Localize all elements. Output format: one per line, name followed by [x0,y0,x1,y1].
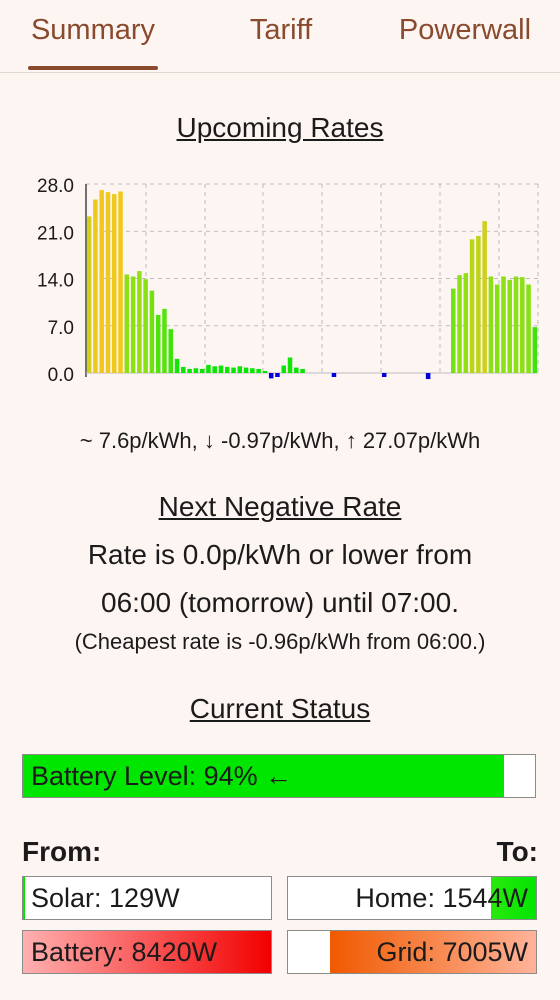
x-tick-label: 20 [488,398,509,400]
rate-bar [93,199,98,373]
rate-bar [143,279,148,373]
rate-bar [381,373,387,377]
negative-rate-line-2: 06:00 (tomorrow) until 07:00. [101,587,459,618]
rate-bar [494,284,500,373]
grid-flow-label: Grid: 7005W [376,936,528,967]
rate-bar [86,216,92,373]
rate-bar [513,276,519,373]
to-label: To: [496,836,538,867]
rate-bar [457,275,462,374]
rate-bar [187,368,192,373]
cheapest-rate-note: (Cheapest rate is -0.96p/kWh from 06:00.… [74,629,486,654]
rate-bar [174,358,180,373]
rate-bar [469,239,475,373]
rate-bar [425,373,431,380]
rate-bar [250,368,255,373]
rate-bar [262,370,268,373]
battery-flow-label: Battery: 8420W [31,936,218,967]
y-tick-label: 7.0 [48,318,74,339]
x-tick-label: 20 [135,398,156,400]
rate-bar [206,364,211,373]
y-tick-label: 0.0 [48,365,74,386]
rate-bar [482,221,487,374]
rate-bar [256,368,261,373]
rate-bar [526,284,531,373]
rate-bar [237,366,243,373]
y-tick-label: 28.0 [37,176,74,197]
grid-flow: Grid: 7005W [287,930,537,974]
rate-bar [224,366,230,373]
battery-level-bar: Battery Level: 94% ← [22,754,536,798]
rate-bar [105,192,111,373]
rate-bar [463,273,469,373]
rates-chart: 28.0 21.0 14.0 7.0 0.0... 20 0 4 8 12 16 20 [37,176,539,400]
rate-bar [243,367,249,373]
rate-bar [300,368,305,373]
rate-bar [168,329,174,374]
y-tick-label: 14.0 [37,271,74,292]
x-tick-label: 12 [370,398,391,400]
rate-bar [268,373,274,379]
home-flow-label: Home: 1544W [355,882,528,913]
x-tick-label: 8 [317,398,328,400]
rate-bar [137,271,142,373]
rate-bar [149,290,155,373]
rate-bar [294,367,299,373]
rate-bar [193,368,199,373]
rate-bar [111,194,117,374]
home-flow: Home: 1544W [287,876,537,920]
rate-bar [99,190,104,373]
rate-bar [520,277,525,373]
x-tick-label: 0 [200,398,211,400]
rate-bar [231,367,236,373]
rate-bar [450,288,456,374]
current-status-heading: Current Status [189,693,371,724]
rate-bar [507,279,513,373]
rate-bar [275,373,280,377]
x-tick-label: 4 [258,398,269,400]
rate-bar [218,365,224,373]
rate-bar [476,235,481,373]
solar-flow: Solar: 129W [22,876,272,920]
solar-flow-label: Solar: 129W [31,882,180,913]
battery-flow: Battery: 8420W [22,930,272,974]
rate-bar [287,357,293,373]
rate-bar [532,327,538,373]
negative-rate-line-1: Rate is 0.0p/kWh or lower from [87,539,473,570]
rate-bar [118,191,123,373]
rate-bar [488,276,494,373]
rate-bar [501,276,506,373]
y-tick-label: 21.0 [37,223,74,244]
rate-bar [199,368,205,373]
rate-bar [124,274,130,373]
negative-rate-heading: Next Negative Rate [158,491,402,522]
rates-summary: ~ 7.6p/kWh, ↓ -0.97p/kWh, ↑ 27.07p/kWh [79,428,481,453]
rate-bar [212,366,217,373]
rate-bar [162,308,167,374]
from-label: From: [22,836,102,867]
solar-flow-fill [23,877,26,919]
rate-bar [281,365,287,373]
rate-bar [331,373,337,377]
x-tick-label: ... [86,398,102,400]
x-tick-label: 16 [429,398,450,400]
battery-level-label: Battery Level: 94% ← [31,760,293,791]
rate-bar [130,276,136,373]
rate-bar [181,366,186,373]
rate-bar [155,314,161,373]
